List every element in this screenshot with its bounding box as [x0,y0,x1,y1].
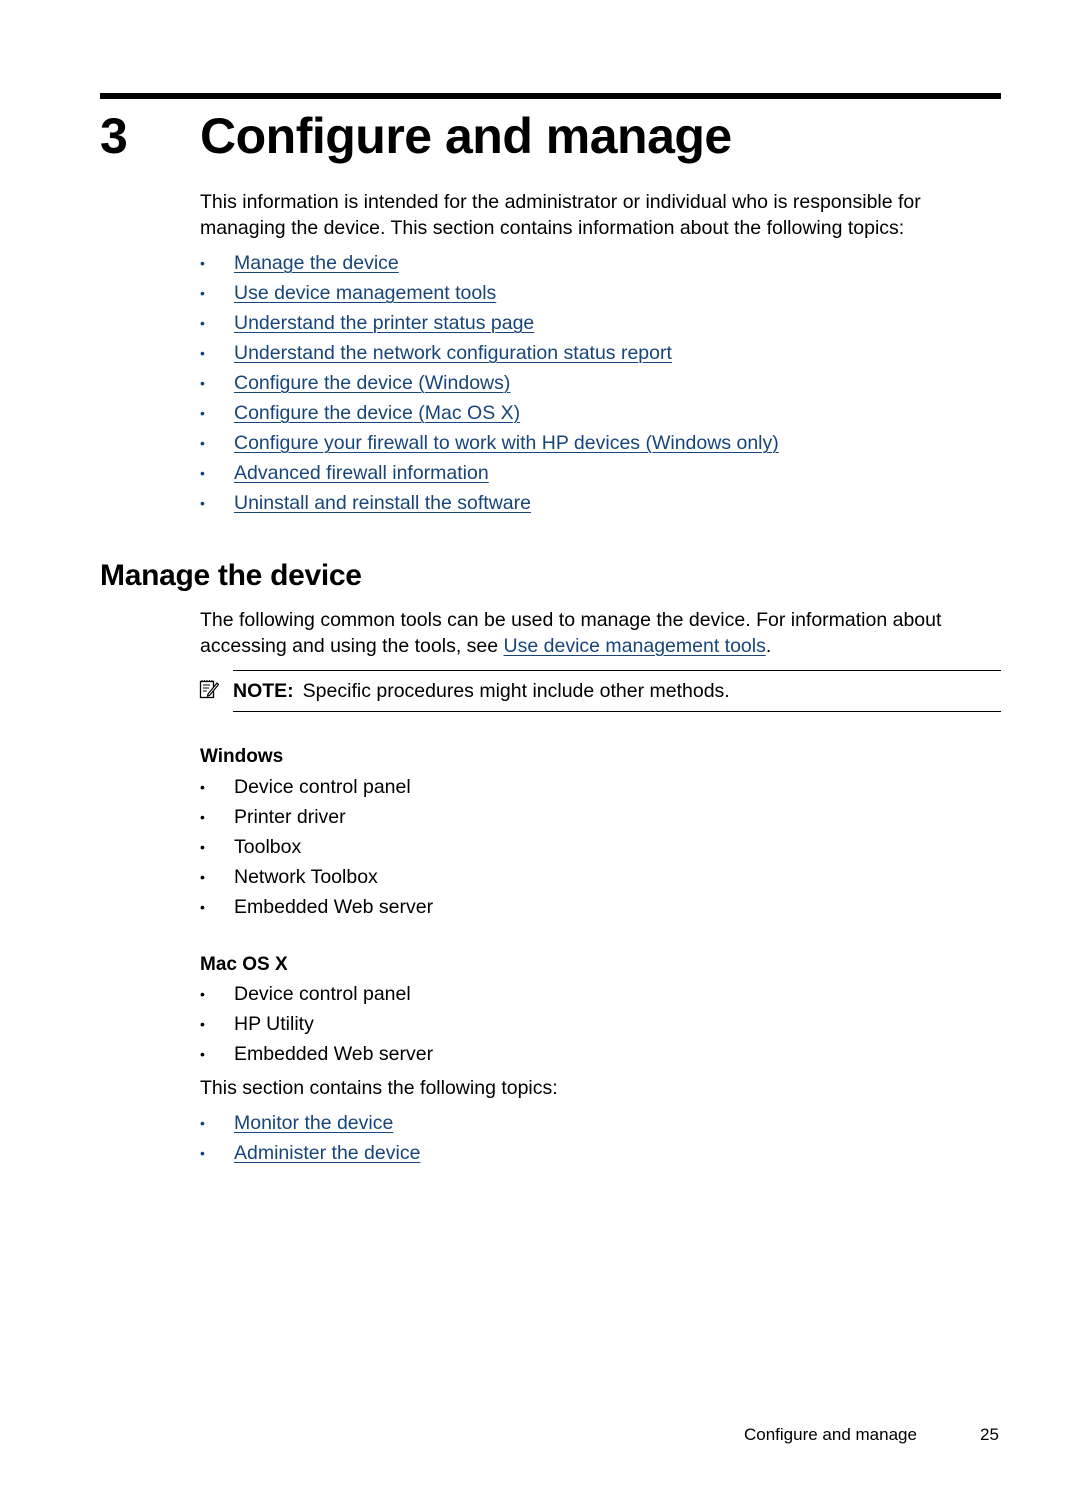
intro-paragraph: This information is intended for the adm… [200,191,921,239]
bullet-icon: • [200,285,205,301]
note-label: NOTE: [233,680,294,702]
chapter-rule [100,93,1001,99]
note-pencil-icon [199,680,219,699]
topic-link-manage-device[interactable]: Manage the device [234,248,399,278]
subtopic-link-monitor-device[interactable]: Monitor the device [234,1108,393,1138]
windows-heading: Windows [200,746,284,767]
topic-link-advanced-firewall[interactable]: Advanced firewall information [234,458,489,488]
page-number: 25 [980,1425,999,1444]
list-item-text: Device control panel [234,983,411,1005]
list-item-text: HP Utility [234,1013,314,1035]
topic-link-configure-firewall[interactable]: Configure your firewall to work with HP … [234,428,779,458]
bullet-icon: • [200,465,205,481]
bullet-icon: • [200,1046,205,1062]
bullet-icon: • [200,869,205,885]
list-item-text: Printer driver [234,806,346,828]
subtopic-link-administer-device[interactable]: Administer the device [234,1138,420,1168]
bullet-icon: • [200,899,205,915]
topic-link-network-config-report[interactable]: Understand the network configuration sta… [234,338,672,368]
topic-link-device-management-tools[interactable]: Use device management tools [234,278,496,308]
list-item-text: Toolbox [234,836,302,858]
note: NOTE: Specific procedures might include o… [233,678,730,704]
bullet-icon: • [200,345,205,361]
bullet-icon: • [200,255,205,271]
bullet-icon: • [200,435,205,451]
topic-link-printer-status-page[interactable]: Understand the printer status page [234,308,534,338]
bullet-icon: • [200,1115,205,1131]
inline-link-device-management-tools[interactable]: Use device management tools [504,635,766,657]
chapter-number: 3 [100,108,128,164]
note-text: Specific procedures might include other … [302,680,730,702]
list-item-text: Embedded Web server [234,896,434,918]
list-item-text: Device control panel [234,776,411,798]
bullet-icon: • [200,315,205,331]
paragraph-period: . [765,634,772,657]
topic-link-uninstall-reinstall[interactable]: Uninstall and reinstall the software [234,488,531,518]
section-paragraph: The following common tools can be used t… [200,608,1000,659]
section-heading: Manage the device [100,559,362,592]
chapter-title: Configure and manage [200,108,732,164]
mac-heading: Mac OS X [200,954,288,975]
bullet-icon: • [200,495,205,511]
bullet-icon: • [200,809,205,825]
bullet-icon: • [200,405,205,421]
topic-link-configure-windows[interactable]: Configure the device (Windows) [234,368,510,398]
subtopics-intro: This section contains the following topi… [200,1077,558,1099]
bullet-icon: • [200,1145,205,1161]
bullet-icon: • [200,375,205,391]
bullet-icon: • [200,779,205,795]
footer-chapter-title: Configure and manage [744,1425,917,1444]
bullet-icon: • [200,986,205,1002]
bullet-icon: • [200,839,205,855]
topic-link-configure-mac[interactable]: Configure the device (Mac OS X) [234,398,520,428]
list-item-text: Embedded Web server [234,1043,434,1065]
bullet-icon: • [200,1016,205,1032]
list-item-text: Network Toolbox [234,866,378,888]
